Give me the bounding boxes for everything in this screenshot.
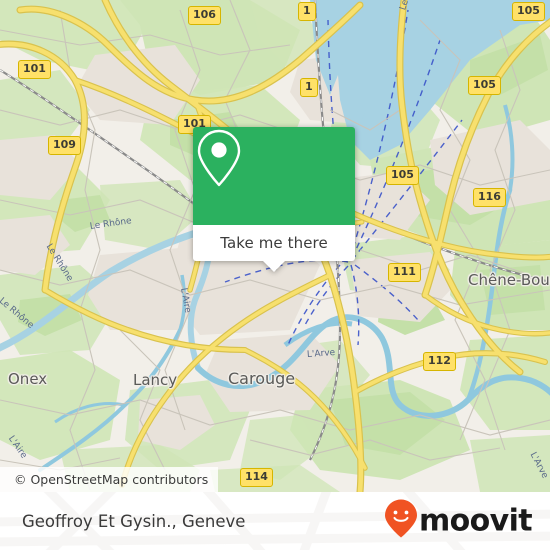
take-me-there-popup[interactable]: Take me there — [193, 127, 355, 272]
popup-tail — [263, 261, 285, 272]
moovit-smiley-pin-icon — [384, 499, 418, 544]
road-shield: 116 — [473, 188, 506, 207]
road-shield: 105 — [386, 166, 419, 185]
popup-action-bar[interactable]: Take me there — [193, 225, 355, 272]
road-shield: 106 — [188, 6, 221, 25]
road-shield: 1 — [300, 78, 318, 97]
road-shield: 109 — [48, 136, 81, 155]
road-shield: 114 — [240, 468, 273, 487]
osm-attribution[interactable]: © OpenStreetMap contributors — [0, 467, 219, 492]
road-shield: 105 — [468, 76, 501, 95]
road-shield: 111 — [388, 263, 421, 282]
take-me-there-label: Take me there — [220, 234, 328, 252]
map-canvas[interactable]: OnexLancyCarougeChêne-Bougeries Le R...L… — [0, 0, 550, 492]
road-shield: 112 — [423, 352, 456, 371]
road-shield: 105 — [512, 2, 545, 21]
popup-icon-panel — [193, 127, 355, 225]
moovit-logo[interactable]: moovit — [384, 499, 533, 544]
moovit-wordmark: moovit — [418, 503, 533, 538]
place-title: Geoffroy Et Gysin., Geneve — [22, 511, 246, 531]
bottom-info-bar: Geoffroy Et Gysin., Geneve moovit — [0, 492, 550, 550]
moovit-map-screenshot: OnexLancyCarougeChêne-Bougeries Le R...L… — [0, 0, 550, 550]
road-shield: 101 — [18, 60, 51, 79]
road-shield: 1 — [298, 2, 316, 21]
